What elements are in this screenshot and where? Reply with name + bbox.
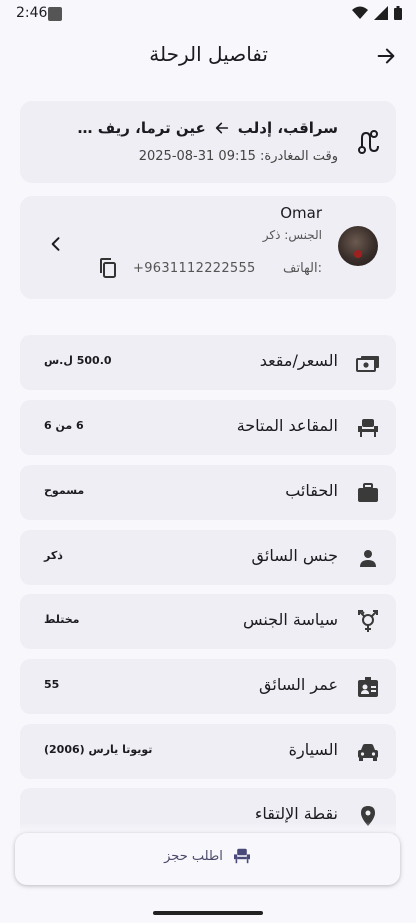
seat-icon	[356, 416, 380, 440]
gender-value: ذكر	[262, 228, 281, 242]
detail-label: جنس السائق	[251, 546, 338, 565]
status-icons	[352, 6, 402, 20]
detail-row-car: السيارة تويوتا يارس (2006)	[20, 724, 396, 779]
back-button[interactable]	[370, 40, 402, 72]
arrow-right-icon	[377, 48, 395, 64]
route-from: سراقب، إدلب	[237, 119, 338, 137]
driver-card[interactable]: Omar الجنس: ذكر الهاتف: +9631112222555	[20, 196, 396, 299]
detail-label: السيارة	[288, 740, 338, 759]
status-bar: 2:46	[0, 0, 416, 28]
car-icon	[356, 740, 380, 764]
detail-row-luggage: الحقائب مسموح	[20, 465, 396, 520]
booking-content: اطلب حجز	[15, 848, 400, 864]
detail-label: السعر/مقعد	[259, 351, 338, 370]
detail-row-gender-policy: سياسة الجنس مختلط	[20, 594, 396, 649]
route-icon	[358, 130, 379, 154]
driver-name: Omar	[280, 204, 322, 222]
seat-icon	[233, 848, 250, 864]
phone-label: الهاتف:	[283, 261, 322, 276]
person-icon	[356, 546, 380, 570]
avatar	[338, 226, 378, 266]
detail-value: تويوتا يارس (2006)	[44, 743, 153, 756]
detail-label: نقطة الإلتقاء	[254, 804, 338, 823]
arrow-left-icon	[214, 120, 230, 136]
wifi-icon	[352, 6, 368, 19]
chevron-left-icon[interactable]	[46, 234, 66, 254]
detail-label: سياسة الجنس	[242, 610, 338, 629]
detail-label: عمر السائق	[259, 675, 338, 694]
route-line: سراقب، إدلب عين ترما، ريف دمشق	[71, 119, 338, 137]
detail-row-driver-gender: جنس السائق ذكر	[20, 530, 396, 585]
detail-row-available-seats: المقاعد المتاحة 6 من 6	[20, 400, 396, 455]
luggage-icon	[356, 481, 380, 505]
notification-icon	[48, 7, 62, 21]
departure-label: وقت المغادرة:	[260, 149, 338, 164]
gender-label: الجنس:	[284, 228, 322, 242]
departure-time: وقت المغادرة: 2025-08-31 09:15	[139, 149, 338, 164]
route-to: عين ترما، ريف دمشق	[71, 119, 206, 137]
signal-icon	[374, 6, 388, 20]
detail-label: الحقائب	[285, 481, 338, 500]
battery-icon	[394, 6, 402, 20]
gesture-bar[interactable]	[153, 911, 263, 915]
detail-value: مختلط	[44, 613, 80, 626]
page-title: تفاصيل الرحلة	[149, 42, 268, 66]
request-booking-button[interactable]: اطلب حجز	[15, 833, 400, 885]
trip-route-card: سراقب، إدلب عين ترما، ريف دمشق وقت المغا…	[20, 101, 396, 183]
detail-value: 500.0 ل.س	[44, 354, 112, 367]
booking-label: اطلب حجز	[164, 848, 223, 864]
cash-icon	[356, 351, 380, 375]
app-bar: تفاصيل الرحلة	[0, 28, 416, 84]
detail-row-driver-age: عمر السائق 55	[20, 659, 396, 714]
phone-value: +9631112222555	[133, 261, 256, 276]
driver-gender: الجنس: ذكر	[263, 228, 322, 242]
status-time: 2:46	[16, 5, 48, 21]
detail-value: 6 من 6	[44, 419, 84, 432]
id-badge-icon	[356, 675, 380, 699]
gender-icon	[356, 610, 380, 634]
detail-label: المقاعد المتاحة	[236, 416, 338, 435]
detail-value: 55	[44, 678, 60, 691]
detail-row-price: السعر/مقعد 500.0 ل.س	[20, 335, 396, 390]
copy-icon[interactable]	[96, 256, 120, 280]
detail-value: مسموح	[44, 484, 85, 497]
detail-value: ذكر	[44, 549, 63, 562]
departure-value: 2025-08-31 09:15	[138, 149, 256, 164]
